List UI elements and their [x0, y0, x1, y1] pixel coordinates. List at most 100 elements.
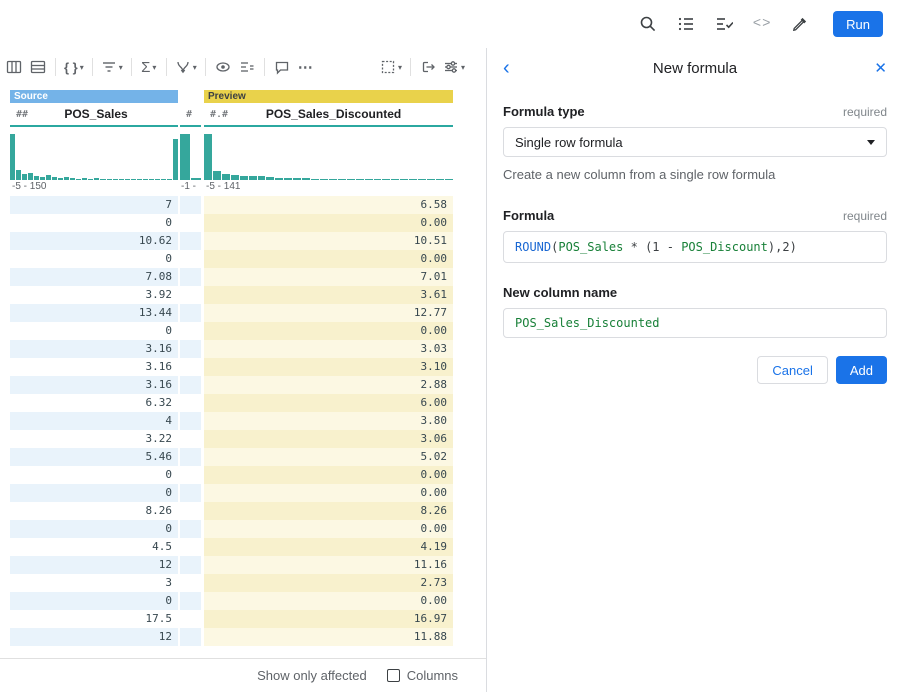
table-row[interactable]: 0 — [10, 250, 178, 268]
histogram-bar[interactable] — [191, 178, 201, 180]
table-row[interactable]: 0 — [10, 484, 178, 502]
histogram-bar[interactable] — [167, 179, 172, 180]
histogram-bar[interactable] — [266, 177, 274, 180]
columns-toggle[interactable]: Columns — [387, 668, 458, 683]
table-row[interactable]: 16.97 — [204, 610, 453, 628]
histogram-partial[interactable] — [180, 129, 201, 180]
histogram-bar[interactable] — [213, 171, 221, 180]
run-button[interactable]: Run — [833, 11, 883, 37]
formula-input[interactable]: ROUND(POS_Sales * (1 - POS_Discount),2) — [503, 231, 887, 263]
eyedropper-icon[interactable] — [789, 13, 811, 35]
table-row[interactable]: 3.16 — [10, 340, 178, 358]
histogram-bar[interactable] — [149, 179, 154, 180]
histogram-bar[interactable] — [100, 179, 105, 180]
table-row[interactable]: 17.5 — [10, 610, 178, 628]
new-column-name-input[interactable]: POS_Sales_Discounted — [503, 308, 887, 338]
histogram-bar[interactable] — [320, 179, 328, 180]
table-row[interactable]: 12 — [10, 628, 178, 646]
table-row[interactable] — [180, 358, 201, 376]
formula-type-select[interactable]: Single row formula — [503, 127, 887, 157]
histogram-bar[interactable] — [231, 175, 239, 180]
table-row[interactable]: 10.62 — [10, 232, 178, 250]
histogram-bar[interactable] — [240, 176, 248, 180]
table-row[interactable]: 0.00 — [204, 466, 453, 484]
histogram-bar[interactable] — [222, 174, 230, 180]
histogram-bar[interactable] — [46, 175, 51, 180]
search-icon[interactable] — [637, 13, 659, 35]
histogram-bar[interactable] — [329, 179, 337, 180]
table-row[interactable] — [180, 286, 201, 304]
histogram-bar[interactable] — [113, 179, 118, 180]
aggregate-button[interactable]: Σ ▾ — [137, 54, 161, 80]
table-row[interactable]: 3.80 — [204, 412, 453, 430]
table-row[interactable]: 6.00 — [204, 394, 453, 412]
table-row[interactable] — [180, 628, 201, 646]
steps-list-icon[interactable] — [675, 13, 697, 35]
table-row[interactable] — [180, 574, 201, 592]
table-row[interactable]: 0 — [10, 466, 178, 484]
histogram-bar[interactable] — [445, 179, 453, 180]
histogram-bar[interactable] — [28, 173, 33, 180]
histogram-pos-sales-discounted[interactable] — [204, 129, 453, 180]
histogram-bar[interactable] — [249, 176, 257, 180]
histogram-pos-sales[interactable] — [10, 129, 178, 180]
table-row[interactable]: 12 — [10, 556, 178, 574]
histogram-bar[interactable] — [10, 134, 15, 180]
histogram-bar[interactable] — [418, 179, 426, 180]
histogram-bar[interactable] — [107, 179, 112, 180]
table-row[interactable] — [180, 340, 201, 358]
table-row[interactable]: 7 — [10, 196, 178, 214]
histogram-bar[interactable] — [347, 179, 355, 180]
split-columns-button[interactable] — [2, 54, 26, 80]
lookup-button[interactable] — [416, 54, 440, 80]
table-row[interactable]: 3.06 — [204, 430, 453, 448]
histogram-bar[interactable] — [173, 139, 178, 180]
back-button[interactable]: ‹ — [503, 58, 519, 78]
histogram-bar[interactable] — [94, 178, 99, 180]
columns-checkbox[interactable] — [387, 669, 400, 682]
histogram-bar[interactable] — [40, 177, 45, 180]
table-row[interactable]: 6.32 — [10, 394, 178, 412]
table-row[interactable]: 2.88 — [204, 376, 453, 394]
table-row[interactable] — [180, 250, 201, 268]
histogram-bar[interactable] — [64, 177, 69, 180]
histogram-bar[interactable] — [311, 179, 319, 180]
histogram-bar[interactable] — [374, 179, 382, 180]
table-row[interactable]: 4 — [10, 412, 178, 430]
split-rows-button[interactable] — [26, 54, 50, 80]
table-row[interactable]: 7.01 — [204, 268, 453, 286]
selection-mode-button[interactable]: ▾ — [377, 54, 405, 80]
histogram-bar[interactable] — [400, 179, 408, 180]
table-row[interactable]: 3 — [10, 574, 178, 592]
table-row[interactable]: 3.61 — [204, 286, 453, 304]
table-row[interactable]: 6.58 — [204, 196, 453, 214]
table-row[interactable]: 2.73 — [204, 574, 453, 592]
table-row[interactable]: 11.16 — [204, 556, 453, 574]
functions-button[interactable]: { } ▾ — [61, 54, 87, 80]
more-button[interactable]: ⋯ — [294, 54, 318, 80]
column-header-pos-sales[interactable]: ## POS_Sales — [10, 103, 178, 127]
histogram-bar[interactable] — [131, 179, 136, 180]
table-row[interactable] — [180, 232, 201, 250]
table-row[interactable]: 8.26 — [10, 502, 178, 520]
table-row[interactable]: 3.03 — [204, 340, 453, 358]
histogram-bar[interactable] — [125, 179, 130, 180]
histogram-bar[interactable] — [76, 179, 81, 180]
filter-button[interactable]: ▾ — [98, 54, 126, 80]
table-row[interactable]: 3.10 — [204, 358, 453, 376]
histogram-bar[interactable] — [382, 179, 390, 180]
add-button[interactable]: Add — [836, 356, 887, 384]
histogram-bar[interactable] — [391, 179, 399, 180]
histogram-bar[interactable] — [22, 174, 27, 180]
view-settings-button[interactable]: ▾ — [440, 54, 468, 80]
close-icon[interactable]: ✕ — [871, 59, 887, 77]
histogram-bar[interactable] — [58, 178, 63, 180]
table-row[interactable]: 0.00 — [204, 322, 453, 340]
histogram-bar[interactable] — [427, 179, 435, 180]
table-row[interactable] — [180, 448, 201, 466]
table-row[interactable]: 3.16 — [10, 358, 178, 376]
table-row[interactable]: 11.88 — [204, 628, 453, 646]
cancel-button[interactable]: Cancel — [757, 356, 827, 384]
histogram-bar[interactable] — [284, 178, 292, 180]
histogram-bar[interactable] — [302, 178, 310, 180]
